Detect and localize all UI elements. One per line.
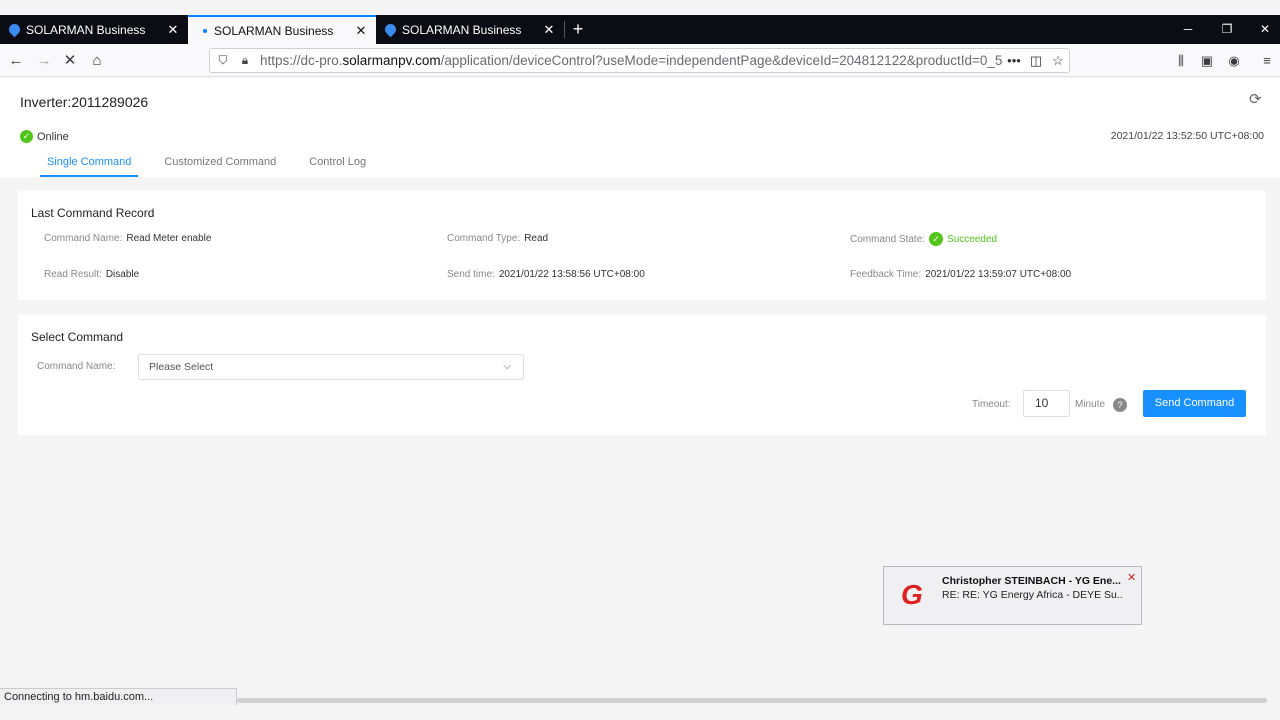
timeout-label: Timeout:	[972, 399, 1011, 410]
check-circle-icon: ✓	[929, 232, 944, 246]
feedback-time-field: Feedback Time: 2021/01/22 13:59:07 UTC+0…	[850, 269, 1071, 280]
bookmark-star-icon[interactable]: ☆	[1047, 53, 1069, 69]
online-status-label: Online	[37, 130, 69, 143]
last-command-record-card: Last Command Record Command Name: Read M…	[18, 191, 1266, 300]
home-button[interactable]: ⌂	[86, 50, 108, 72]
horizontal-scrollbar[interactable]	[237, 698, 1267, 703]
menu-icon[interactable]: ≡	[1259, 53, 1275, 69]
card-title: Select Command	[31, 330, 124, 344]
command-state-field: Command State: ✓ Succeeded	[850, 232, 997, 246]
close-tab-icon[interactable]: ✕	[167, 22, 179, 38]
tab-title: SOLARMAN Business	[402, 22, 522, 37]
chevron-down-icon: ⌵	[503, 361, 511, 372]
stop-loading-button[interactable]: ✕	[59, 50, 81, 72]
restore-button[interactable]: ❐	[1207, 15, 1247, 44]
tab-single-command[interactable]: Single Command	[40, 156, 139, 177]
field-value: Disable	[105, 269, 140, 280]
tab-customized-command[interactable]: Customized Command	[157, 156, 283, 177]
tab-separator	[564, 21, 565, 38]
notification-sender: Christopher STEINBACH - YG Ene...	[942, 575, 1121, 587]
field-label: Feedback Time:	[850, 269, 922, 280]
command-select[interactable]: Please Select ⌵	[138, 354, 524, 380]
page-title: Inverter:2011289026	[20, 94, 149, 110]
url-path: /application/deviceControl?useMode=indep…	[440, 53, 1003, 68]
field-value: 2021/01/22 13:59:07 UTC+08:00	[925, 269, 1072, 280]
header-timestamp: 2021/01/22 13:52:50 UTC+08:00	[1110, 130, 1264, 142]
window-close-button[interactable]: ✕	[1245, 15, 1280, 44]
field-value: Read Meter enable	[126, 233, 212, 244]
forward-button[interactable]: →	[33, 50, 55, 72]
field-label: Command Name:	[44, 233, 123, 244]
solarman-favicon-icon	[382, 21, 399, 38]
notification-subject: RE: RE: YG Energy Africa - DEYE Su...	[942, 589, 1122, 601]
mail-app-logo-icon: G	[901, 579, 923, 610]
command-type-field: Command Type: Read	[447, 233, 548, 244]
tab-title: SOLARMAN Business	[214, 23, 334, 38]
back-button[interactable]: ←	[5, 50, 27, 72]
url-text[interactable]: https://dc-pro.solarmanpv.com/applicatio…	[260, 53, 1003, 68]
field-value: Read	[524, 233, 549, 244]
lock-icon[interactable]: 🔒︎	[236, 53, 254, 68]
field-value: 2021/01/22 13:58:56 UTC+08:00	[498, 269, 645, 280]
minimize-button[interactable]: ─	[1168, 15, 1208, 44]
status-bar: Connecting to hm.baidu.com...	[0, 688, 237, 705]
card-title: Last Command Record	[31, 206, 155, 220]
address-bar[interactable]: ⛉ 🔒︎ https://dc-pro.solarmanpv.com/appli…	[209, 48, 1070, 73]
timeout-unit: Minute	[1075, 399, 1106, 410]
close-icon[interactable]: ✕	[1127, 571, 1136, 584]
tab-title: SOLARMAN Business	[26, 22, 146, 37]
browser-tab-1[interactable]: SOLARMAN Business ✕	[0, 15, 188, 44]
new-tab-button[interactable]: +	[568, 15, 588, 44]
timeout-input[interactable]: 10	[1023, 390, 1070, 417]
browser-window: SOLARMAN Business ✕ SOLARMAN Business ✕ …	[0, 0, 1280, 720]
read-result-field: Read Result: Disable	[44, 269, 139, 280]
status-badge: ✓ Succeeded	[929, 232, 997, 246]
library-icon[interactable]: ⫼	[1173, 53, 1189, 69]
command-name-label: Command Name:	[37, 361, 116, 372]
url-domain: solarmanpv.com	[342, 53, 441, 68]
command-tabs: Single Command Customized Command Contro…	[40, 156, 392, 177]
select-placeholder: Please Select	[149, 361, 214, 373]
send-command-button[interactable]: Send Command	[1143, 390, 1246, 417]
shield-icon[interactable]: ⛉	[214, 53, 232, 68]
pocket-icon[interactable]: ◫	[1025, 53, 1047, 69]
state-value: Succeeded	[947, 233, 998, 245]
browser-tab-2[interactable]: SOLARMAN Business ✕	[188, 15, 376, 44]
url-prefix: https://dc-pro.	[260, 53, 343, 68]
field-label: Command State:	[850, 233, 926, 245]
navigation-toolbar: ← → ✕ ⌂ ⛉ 🔒︎ https://dc-pro.solarmanpv.c…	[0, 44, 1280, 77]
browser-tab-3[interactable]: SOLARMAN Business ✕	[376, 15, 564, 44]
close-tab-icon[interactable]: ✕	[355, 23, 367, 39]
account-icon[interactable]: ◉	[1226, 53, 1242, 69]
tab-control-log[interactable]: Control Log	[302, 156, 373, 177]
tab-bar: SOLARMAN Business ✕ SOLARMAN Business ✕ …	[0, 15, 1280, 44]
check-circle-icon: ✓	[20, 130, 33, 143]
loading-dot-icon	[203, 28, 207, 33]
device-header: Inverter:2011289026 ⟳ ✓ Online 2021/01/2…	[0, 78, 1280, 177]
send-time-field: Send time: 2021/01/22 13:58:56 UTC+08:00	[447, 269, 645, 280]
select-command-card: Select Command Command Name: Please Sele…	[18, 315, 1266, 435]
help-icon[interactable]: ?	[1113, 398, 1127, 412]
refresh-icon[interactable]: ⟳	[1249, 90, 1262, 108]
field-label: Command Type:	[447, 233, 521, 244]
page-actions-icon[interactable]: •••	[1003, 53, 1025, 68]
online-status: ✓ Online	[20, 130, 69, 143]
email-notification[interactable]: G Christopher STEINBACH - YG Ene... RE: …	[883, 566, 1142, 625]
command-name-field: Command Name: Read Meter enable	[44, 233, 211, 244]
close-tab-icon[interactable]: ✕	[543, 22, 555, 38]
sidebar-icon[interactable]: ▣	[1199, 53, 1215, 69]
field-label: Read Result:	[44, 269, 102, 280]
field-label: Send time:	[447, 269, 495, 280]
solarman-favicon-icon	[6, 21, 23, 38]
